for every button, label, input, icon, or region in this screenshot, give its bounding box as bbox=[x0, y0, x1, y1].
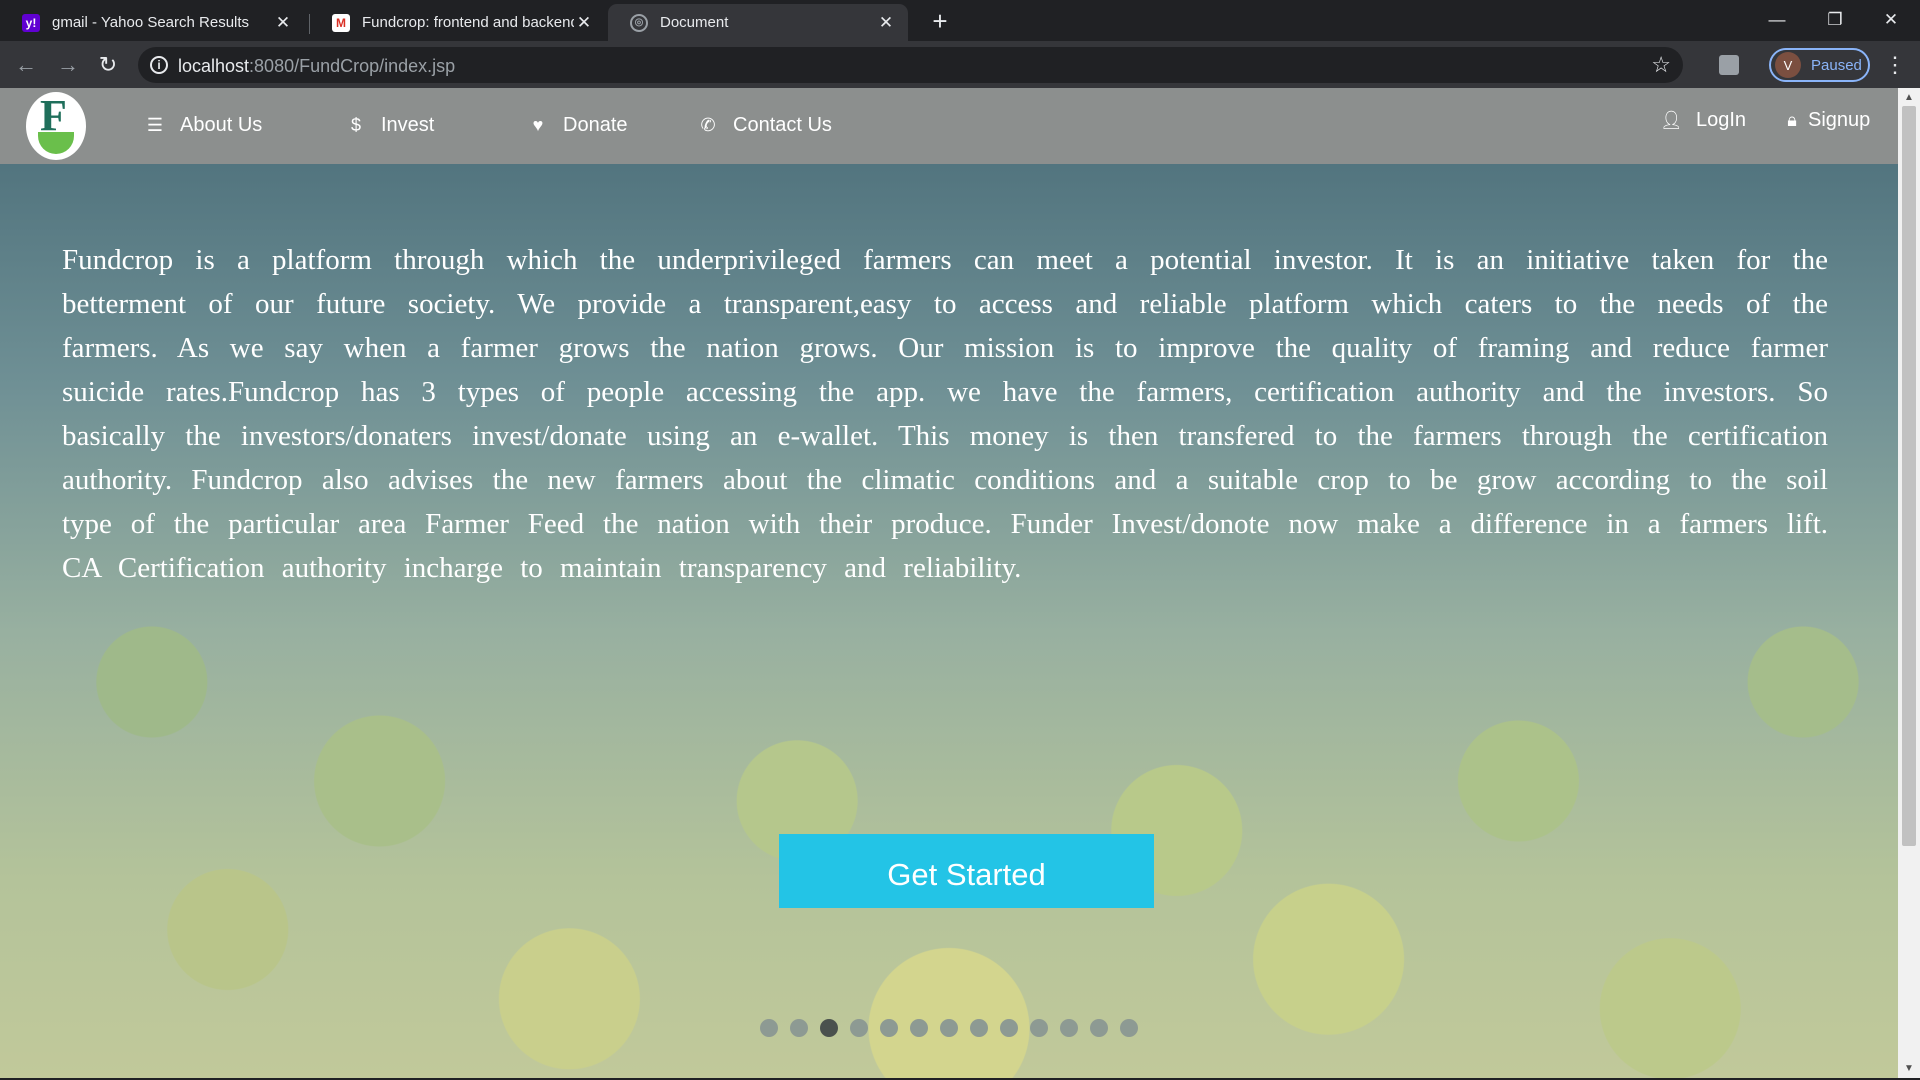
reload-icon[interactable]: ↻ bbox=[92, 49, 124, 81]
user-icon: 👤︎ bbox=[1660, 109, 1683, 130]
scroll-down-icon[interactable]: ▼ bbox=[1904, 1063, 1914, 1074]
carousel-dot[interactable] bbox=[1090, 1019, 1108, 1037]
nav-label: LogIn bbox=[1696, 108, 1747, 131]
page-viewport: F ☰ About Us $ Invest ♥ Donate ✆ Contact… bbox=[0, 88, 1898, 1078]
tab-title: gmail - Yahoo Search Results bbox=[52, 14, 250, 31]
carousel-dot[interactable] bbox=[1000, 1019, 1018, 1037]
new-tab-button[interactable]: + bbox=[923, 4, 957, 38]
carousel-dot[interactable] bbox=[760, 1019, 778, 1037]
nav-login[interactable]: 👤︎ LogIn bbox=[1660, 103, 1746, 137]
close-icon[interactable]: ✕ bbox=[273, 13, 293, 33]
lock-icon: 🔒︎ bbox=[1787, 109, 1797, 130]
carousel-dot[interactable] bbox=[970, 1019, 988, 1037]
heart-icon: ♥ bbox=[532, 114, 544, 135]
nav-label: Contact Us bbox=[733, 113, 832, 136]
logo-letter: F bbox=[40, 92, 67, 140]
browser-menu-icon[interactable]: ⋮ bbox=[1884, 50, 1906, 80]
site-navbar: F ☰ About Us $ Invest ♥ Donate ✆ Contact… bbox=[0, 88, 1898, 164]
carousel-dot[interactable] bbox=[1030, 1019, 1048, 1037]
browser-toolbar: ← → ↻ i localhost:8080/FundCrop/index.js… bbox=[0, 41, 1920, 88]
page-scrollbar[interactable]: ▲ ▼ bbox=[1898, 88, 1920, 1078]
phone-icon: ✆ bbox=[700, 114, 716, 135]
carousel-dot[interactable] bbox=[1060, 1019, 1078, 1037]
get-started-button[interactable]: Get Started bbox=[779, 834, 1154, 908]
tab-title: Fundcrop: frontend and backend bbox=[362, 14, 574, 31]
profile-status: Paused bbox=[1811, 56, 1862, 74]
dollar-icon: $ bbox=[350, 114, 361, 135]
back-icon[interactable]: ← bbox=[10, 49, 42, 81]
profile-button[interactable]: V Paused bbox=[1769, 48, 1870, 82]
url-path: :8080/FundCrop/index.jsp bbox=[249, 56, 456, 76]
carousel-dot[interactable] bbox=[910, 1019, 928, 1037]
browser-tab-strip: y! gmail - Yahoo Search Results ✕ M Fund… bbox=[0, 0, 1920, 41]
nav-label: Signup bbox=[1808, 108, 1871, 131]
nav-about-us[interactable]: ☰ About Us bbox=[144, 108, 262, 142]
avatar: V bbox=[1775, 52, 1801, 78]
url-text: localhost:8080/FundCrop/index.jsp bbox=[178, 56, 455, 77]
nav-label: Donate bbox=[563, 113, 628, 136]
bookmark-star-icon[interactable]: ☆ bbox=[1651, 52, 1671, 78]
address-bar[interactable]: i localhost:8080/FundCrop/index.jsp ☆ bbox=[138, 47, 1683, 83]
menu-icon: ☰ bbox=[146, 114, 164, 135]
gmail-icon: M bbox=[332, 13, 350, 32]
carousel-dot[interactable] bbox=[940, 1019, 958, 1037]
tab-title: Document bbox=[660, 14, 729, 31]
restore-icon[interactable]: ❐ bbox=[1806, 0, 1864, 40]
nav-label: About Us bbox=[180, 113, 263, 136]
nav-contact-us[interactable]: ✆ Contact Us bbox=[697, 108, 832, 142]
globe-icon: ◎ bbox=[630, 13, 648, 32]
carousel-dot[interactable] bbox=[820, 1019, 838, 1037]
info-icon[interactable]: i bbox=[150, 56, 168, 74]
forward-icon[interactable]: → bbox=[52, 49, 84, 81]
nav-label: Invest bbox=[381, 113, 435, 136]
extension-icon[interactable] bbox=[1719, 55, 1739, 75]
carousel-dot[interactable] bbox=[850, 1019, 868, 1037]
yahoo-icon: y! bbox=[22, 13, 40, 32]
about-paragraph: Fundcrop is a platform through which the… bbox=[62, 244, 1828, 584]
close-window-icon[interactable]: ✕ bbox=[1862, 0, 1920, 40]
nav-donate[interactable]: ♥ Donate bbox=[527, 108, 628, 142]
carousel-dot[interactable] bbox=[880, 1019, 898, 1037]
fundcrop-logo[interactable]: F bbox=[26, 92, 86, 160]
carousel-dot[interactable] bbox=[1120, 1019, 1138, 1037]
tab-yahoo[interactable]: y! gmail - Yahoo Search Results ✕ bbox=[0, 4, 305, 41]
carousel-indicators bbox=[760, 1019, 1150, 1039]
close-icon[interactable]: ✕ bbox=[574, 13, 594, 33]
scroll-up-icon[interactable]: ▲ bbox=[1904, 92, 1914, 103]
tab-gmail[interactable]: M Fundcrop: frontend and backend ✕ bbox=[310, 4, 606, 41]
close-icon[interactable]: ✕ bbox=[876, 13, 896, 33]
nav-signup[interactable]: 🔒︎ Signup bbox=[1784, 103, 1870, 137]
leaf-icon bbox=[38, 132, 74, 154]
nav-invest[interactable]: $ Invest bbox=[345, 108, 434, 142]
tab-document[interactable]: ◎ Document ✕ bbox=[608, 4, 908, 41]
carousel-dot[interactable] bbox=[790, 1019, 808, 1037]
minimize-icon[interactable]: — bbox=[1748, 0, 1806, 40]
url-host: localhost bbox=[178, 56, 250, 76]
scroll-thumb[interactable] bbox=[1902, 106, 1916, 846]
